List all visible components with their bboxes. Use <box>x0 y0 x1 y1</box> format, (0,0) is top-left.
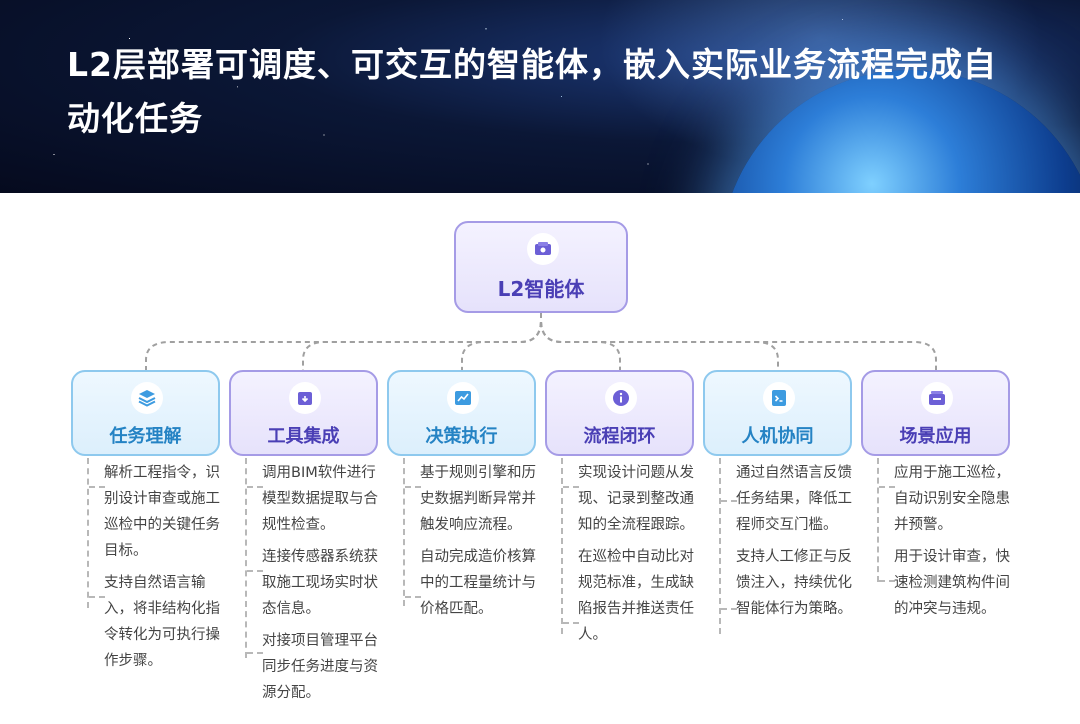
desc-tick <box>247 652 263 654</box>
desc-rail <box>877 458 879 582</box>
node-label: 决策执行 <box>425 426 498 447</box>
desc-item: 用于设计审查，快速检测建筑构件间的冲突与违规。 <box>894 549 1010 617</box>
layers-icon <box>131 382 163 414</box>
desc-tick <box>563 486 579 488</box>
page-title: L2层部署可调度、可交互的智能体，嵌入实际业务流程完成自动化任务 <box>67 45 997 138</box>
desc-tick <box>247 570 263 572</box>
node-label: 工具集成 <box>267 426 340 447</box>
node-label: 人机协同 <box>741 426 814 447</box>
trend-chart-icon <box>447 382 479 414</box>
desc-tick <box>405 596 421 598</box>
desc-item: 对接项目管理平台同步任务进度与资源分配。 <box>262 633 378 701</box>
desc-rail <box>87 458 89 608</box>
root-label: L2智能体 <box>497 277 585 301</box>
node-task-understanding: 任务理解 <box>71 370 220 456</box>
root-node: L2智能体 <box>454 221 628 313</box>
desc-item: 实现设计问题从发现、记录到整改通知的全流程跟踪。 <box>578 465 694 533</box>
desc-item: 连接传感器系统获取施工现场实时状态信息。 <box>262 549 378 617</box>
desc-tool-integration: 调用BIM软件进行模型数据提取与合规性检查。 连接传感器系统获取施工现场实时状态… <box>262 460 386 712</box>
desc-decision-execution: 基于规则引擎和历史数据判断异常并触发响应流程。 自动完成造价核算中的工程量统计与… <box>420 460 544 628</box>
node-label: 任务理解 <box>109 426 182 447</box>
desc-process-loop: 实现设计问题从发现、记录到整改通知的全流程跟踪。 在巡检中自动比对规范标准，生成… <box>578 460 702 654</box>
connector-2 <box>302 313 542 370</box>
terminal-icon <box>763 382 795 414</box>
desc-tick <box>563 622 579 624</box>
node-human-collab: 人机协同 <box>703 370 852 456</box>
desc-item: 支持自然语言输入，将非结构化指令转化为可执行操作步骤。 <box>104 575 220 669</box>
desc-rail <box>245 458 247 658</box>
desc-tick <box>879 580 895 582</box>
desc-rail <box>561 458 563 634</box>
header-banner: L2层部署可调度、可交互的智能体，嵌入实际业务流程完成自动化任务 <box>0 0 1080 193</box>
desc-human-collab: 通过自然语言反馈任务结果，降低工程师交互门槛。 支持人工修正与反馈注入，持续优化… <box>736 460 860 628</box>
desc-item: 在巡检中自动比对规范标准，生成缺陷报告并推送责任人。 <box>578 549 694 643</box>
archive-box-icon <box>289 382 321 414</box>
desc-rail <box>403 458 405 606</box>
desc-task-understanding: 解析工程指令，识别设计审查或施工巡检中的关键任务目标。 支持自然语言输入，将非结… <box>104 460 228 680</box>
connector-5 <box>540 313 779 370</box>
basket-icon <box>921 382 953 414</box>
info-circle-icon <box>605 382 637 414</box>
desc-tick <box>405 486 421 488</box>
node-label: 流程闭环 <box>583 426 656 447</box>
desc-scenario-app: 应用于施工巡检，自动识别安全隐患并预警。 用于设计审查，快速检测建筑构件间的冲突… <box>894 460 1018 628</box>
connector-4 <box>540 313 621 370</box>
desc-item: 应用于施工巡检，自动识别安全隐患并预警。 <box>894 465 1010 533</box>
connector-3 <box>461 313 542 370</box>
desc-item: 支持人工修正与反馈注入，持续优化智能体行为策略。 <box>736 549 852 617</box>
desc-item: 基于规则引擎和历史数据判断异常并触发响应流程。 <box>420 465 536 533</box>
connector-6 <box>540 313 937 370</box>
connector-1 <box>145 313 542 370</box>
desc-tick <box>89 596 105 598</box>
desc-item: 通过自然语言反馈任务结果，降低工程师交互门槛。 <box>736 465 852 533</box>
node-tool-integration: 工具集成 <box>229 370 378 456</box>
desc-item: 解析工程指令，识别设计审查或施工巡检中的关键任务目标。 <box>104 465 220 559</box>
desc-item: 调用BIM软件进行模型数据提取与合规性检查。 <box>262 465 378 533</box>
desc-tick <box>89 486 105 488</box>
node-process-loop: 流程闭环 <box>545 370 694 456</box>
desc-item: 自动完成造价核算中的工程量统计与价格匹配。 <box>420 549 536 617</box>
node-label: 场景应用 <box>899 426 972 447</box>
desc-tick <box>879 486 895 488</box>
agent-box-icon <box>527 233 559 265</box>
desc-tick <box>247 486 263 488</box>
node-decision-execution: 决策执行 <box>387 370 536 456</box>
node-scenario-app: 场景应用 <box>861 370 1010 456</box>
desc-tick <box>721 500 737 502</box>
desc-tick <box>721 608 737 610</box>
